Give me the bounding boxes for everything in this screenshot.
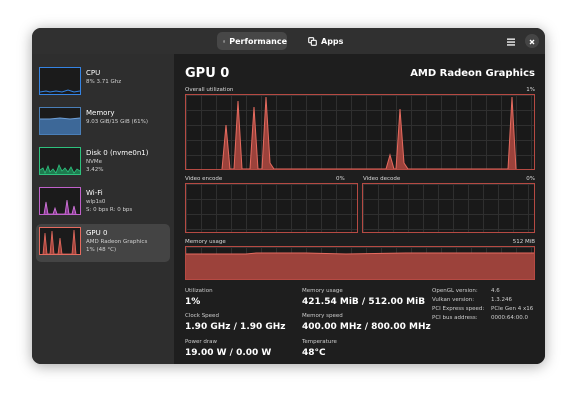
memory-speed-label: Memory speed <box>302 313 343 319</box>
power-draw-value: 19.00 W / 0.00 W <box>185 348 272 358</box>
sidebar-item-detail-2: 1% (48 °C) <box>86 247 117 253</box>
memory-usage-graph <box>185 246 535 280</box>
sidebar-item-wifi[interactable]: Wi-Fi wlp1s0 S: 0 bps R: 0 bps <box>36 184 170 222</box>
temperature-label: Temperature <box>302 339 337 345</box>
device-name: AMD Radeon Graphics <box>410 68 535 79</box>
disk-thumbnail-graph <box>39 147 81 175</box>
gauge-icon <box>223 39 226 43</box>
overall-utilization-label: Overall utilization <box>185 87 234 93</box>
temperature-value: 48°C <box>302 348 326 358</box>
hamburger-menu-icon <box>507 38 515 46</box>
video-decode-value: 0% <box>526 176 535 182</box>
sidebar-item-disk[interactable]: Disk 0 (nvme0n1) NVMe 3.42% <box>36 144 170 182</box>
sidebar-item-label: Wi-Fi <box>86 189 103 197</box>
sidebar-item-detail-2: S: 0 bps R: 0 bps <box>86 207 133 213</box>
pci-express-speed-value: PCIe Gen 4 x16 <box>491 306 534 312</box>
app-window: Performance Apps CPU 8% 3.71 Ghz Memory … <box>32 28 545 364</box>
gpu-details-pane: GPU 0 AMD Radeon Graphics Overall utiliz… <box>174 54 545 364</box>
sidebar-item-label: Memory <box>86 109 115 117</box>
sidebar-item-label: Disk 0 (nvme0n1) <box>86 149 149 157</box>
sidebar-item-label: GPU 0 <box>86 229 108 237</box>
cpu-thumbnail-graph <box>39 67 81 95</box>
sidebar-item-label: CPU <box>86 69 101 77</box>
video-decode-label: Video decode <box>363 176 401 182</box>
sidebar-item-detail: wlp1s0 <box>86 199 106 205</box>
utilization-value: 1% <box>185 297 201 307</box>
memory-usage-label: Memory usage <box>302 288 343 294</box>
main-menu-button[interactable] <box>504 34 518 48</box>
sidebar-item-gpu[interactable]: GPU 0 AMD Radeon Graphics 1% (48 °C) <box>36 224 170 262</box>
memory-usage-value: 421.54 MiB / 512.00 MiB <box>302 297 426 307</box>
overall-utilization-value: 1% <box>526 87 535 93</box>
tab-apps-label: Apps <box>321 36 344 46</box>
apps-icon <box>308 36 317 46</box>
sidebar-item-detail: 9.03 GiB/15 GiB (61%) <box>86 119 148 125</box>
sidebar-item-detail: 8% 3.71 Ghz <box>86 79 122 85</box>
wifi-thumbnail-graph <box>39 187 81 215</box>
video-encode-value: 0% <box>336 176 345 182</box>
opengl-version-label: OpenGL version: <box>432 288 478 294</box>
page-title: GPU 0 <box>185 66 230 81</box>
memory-usage-graph-value: 512 MiB <box>512 239 535 245</box>
clock-speed-label: Clock Speed <box>185 313 219 319</box>
clock-speed-value: 1.90 GHz / 1.90 GHz <box>185 322 286 332</box>
video-encode-label: Video encode <box>185 176 223 182</box>
tab-performance-label: Performance <box>229 36 287 46</box>
close-button[interactable] <box>525 34 539 48</box>
sidebar-item-memory[interactable]: Memory 9.03 GiB/15 GiB (61%) <box>36 104 170 142</box>
sidebar-item-cpu[interactable]: CPU 8% 3.71 Ghz <box>36 64 170 102</box>
overall-utilization-graph <box>185 94 535 170</box>
sidebar-item-detail-2: 3.42% <box>86 167 104 173</box>
tab-performance[interactable]: Performance <box>217 32 287 50</box>
close-icon <box>529 39 535 45</box>
memory-speed-value: 400.00 MHz / 800.00 MHz <box>302 322 431 332</box>
pci-bus-address-label: PCI bus address: <box>432 315 478 321</box>
memory-thumbnail-graph <box>39 107 81 135</box>
sidebar: CPU 8% 3.71 Ghz Memory 9.03 GiB/15 GiB (… <box>32 54 174 364</box>
vulkan-version-label: Vulkan version: <box>432 297 475 303</box>
vulkan-version-value: 1.3.246 <box>491 297 512 303</box>
video-encode-graph <box>185 183 358 233</box>
header-bar: Performance Apps <box>32 28 545 54</box>
pci-express-speed-label: PCI Express speed: <box>432 306 485 312</box>
video-decode-graph <box>362 183 535 233</box>
utilization-label: Utilization <box>185 288 213 294</box>
sidebar-item-detail: NVMe <box>86 159 103 165</box>
gpu-thumbnail-graph <box>39 227 81 255</box>
power-draw-label: Power draw <box>185 339 217 345</box>
sidebar-item-detail: AMD Radeon Graphics <box>86 239 148 245</box>
opengl-version-value: 4.6 <box>491 288 500 294</box>
pci-bus-address-value: 0000:64:00.0 <box>491 315 528 321</box>
memory-usage-graph-label: Memory usage <box>185 239 226 245</box>
tab-apps[interactable]: Apps <box>302 32 344 50</box>
